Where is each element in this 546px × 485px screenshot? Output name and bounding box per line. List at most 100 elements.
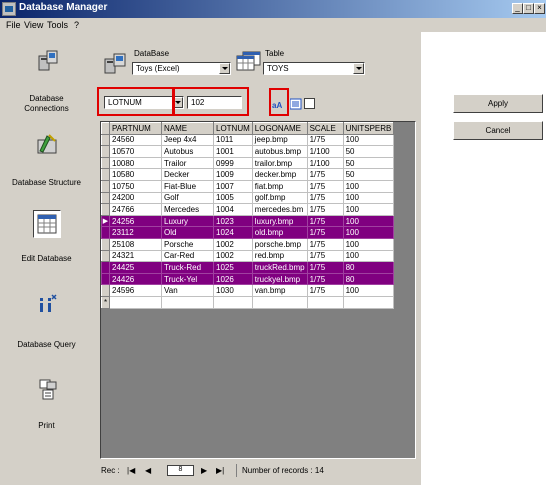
- cell-partnum[interactable]: 24766: [109, 203, 162, 216]
- cell-scale[interactable]: 1/75: [307, 215, 344, 228]
- row-header[interactable]: [101, 237, 110, 251]
- cell-lotnum[interactable]: 1005: [213, 192, 253, 205]
- cell-name[interactable]: Golf: [161, 192, 214, 205]
- new-row[interactable]: *: [101, 295, 395, 309]
- nav-edit-database[interactable]: Edit Database: [0, 254, 93, 264]
- cell-logoname[interactable]: truckyel.bmp: [252, 273, 308, 286]
- cell-partnum[interactable]: 23112: [109, 226, 162, 239]
- cell-unitsperb[interactable]: 100: [343, 284, 395, 297]
- cell-unitsperb[interactable]: 50: [343, 145, 395, 158]
- cell-logoname[interactable]: porsche.bmp: [252, 238, 308, 251]
- cell-lotnum[interactable]: 1024: [213, 226, 253, 239]
- new-row-cell[interactable]: [307, 296, 344, 309]
- column-header-name[interactable]: NAME: [161, 122, 214, 135]
- cell-name[interactable]: Truck-Yel: [161, 273, 214, 286]
- cell-logoname[interactable]: trailor.bmp: [252, 157, 308, 170]
- minimize-button[interactable]: _: [512, 3, 523, 14]
- cell-unitsperb[interactable]: 100: [343, 134, 395, 147]
- cell-unitsperb[interactable]: 100: [343, 250, 395, 263]
- cell-scale[interactable]: 1/75: [307, 238, 344, 251]
- cell-logoname[interactable]: luxury.bmp: [252, 215, 308, 228]
- cell-logoname[interactable]: mercedes.bm: [252, 203, 308, 216]
- cancel-button[interactable]: Cancel: [453, 121, 543, 140]
- cell-partnum[interactable]: 25108: [109, 238, 162, 251]
- column-header-partnum[interactable]: PARTNUM: [109, 122, 162, 135]
- cell-name[interactable]: Mercedes: [161, 203, 214, 216]
- table-row[interactable]: 24425 Truck-Red 1025 truckRed.bmp 1/75 80: [101, 261, 395, 274]
- cell-lotnum[interactable]: 1007: [213, 180, 253, 193]
- menu-file[interactable]: File: [6, 20, 21, 30]
- cell-logoname[interactable]: decker.bmp: [252, 168, 308, 181]
- database-query-icon[interactable]: [38, 294, 58, 314]
- menu-view[interactable]: View: [24, 20, 43, 30]
- cell-partnum[interactable]: 10570: [109, 145, 162, 158]
- new-row-cell[interactable]: [252, 296, 308, 309]
- cell-name[interactable]: Fiat-Blue: [161, 180, 214, 193]
- cell-unitsperb[interactable]: 100: [343, 180, 395, 193]
- cell-name[interactable]: Trailor: [161, 157, 214, 170]
- cell-name[interactable]: Old: [161, 226, 214, 239]
- cell-logoname[interactable]: van.bmp: [252, 284, 308, 297]
- row-header[interactable]: [101, 261, 110, 274]
- cell-logoname[interactable]: old.bmp: [252, 226, 308, 239]
- last-record-button[interactable]: ▶|: [216, 466, 224, 475]
- cell-partnum[interactable]: 10750: [109, 180, 162, 193]
- cell-partnum[interactable]: 24256: [109, 215, 162, 228]
- cell-lotnum[interactable]: 1026: [213, 273, 253, 286]
- cell-partnum[interactable]: 24321: [109, 250, 162, 263]
- cell-scale[interactable]: 1/75: [307, 180, 344, 193]
- column-header-scale[interactable]: SCALE: [306, 122, 344, 135]
- cell-partnum[interactable]: 10580: [109, 168, 162, 181]
- cell-logoname[interactable]: jeep.bmp: [252, 134, 308, 147]
- table-row[interactable]: 24560 Jeep 4x4 1011 jeep.bmp 1/75 100: [101, 133, 395, 147]
- cell-partnum[interactable]: 24426: [109, 273, 162, 286]
- table-row[interactable]: 23112 Old 1024 old.bmp 1/75 100: [101, 226, 395, 239]
- data-grid[interactable]: PARTNUM NAME LOTNUM LOGONAME SCALE UNITS…: [100, 121, 416, 459]
- cell-scale[interactable]: 1/100: [307, 157, 344, 170]
- cell-partnum[interactable]: 10080: [109, 157, 162, 170]
- table-row[interactable]: 10570 Autobus 1001 autobus.bmp 1/100 50: [101, 145, 395, 158]
- table-row[interactable]: 24200 Golf 1005 golf.bmp 1/75 100: [101, 191, 395, 205]
- table-row[interactable]: 10580 Decker 1009 decker.bmp 1/75 50: [101, 168, 395, 181]
- cell-name[interactable]: Car-Red: [161, 250, 214, 263]
- current-row-indicator[interactable]: ▶: [101, 214, 110, 228]
- cell-lotnum[interactable]: 1002: [213, 238, 253, 251]
- nav-database-query[interactable]: Database Query: [0, 340, 93, 350]
- cell-logoname[interactable]: truckRed.bmp: [252, 261, 308, 274]
- first-record-button[interactable]: |◀: [127, 466, 135, 475]
- cell-name[interactable]: Luxury: [161, 215, 214, 228]
- cell-scale[interactable]: 1/75: [307, 250, 344, 263]
- row-header[interactable]: [101, 179, 110, 193]
- cell-lotnum[interactable]: 1011: [213, 134, 253, 147]
- cell-partnum[interactable]: 24596: [109, 284, 162, 297]
- cell-scale[interactable]: 1/75: [307, 273, 344, 286]
- column-header-lotnum[interactable]: LOTNUM: [213, 122, 253, 135]
- cell-unitsperb[interactable]: 100: [343, 215, 395, 228]
- cell-partnum[interactable]: 24560: [109, 134, 162, 147]
- table-row[interactable]: ▶ 24256 Luxury 1023 luxury.bmp 1/75 100: [101, 214, 395, 228]
- cell-lotnum[interactable]: 1023: [213, 215, 253, 228]
- table-row[interactable]: 25108 Porsche 1002 porsche.bmp 1/75 100: [101, 237, 395, 251]
- apply-button[interactable]: Apply: [453, 94, 543, 113]
- cell-name[interactable]: Autobus: [161, 145, 214, 158]
- cell-name[interactable]: Decker: [161, 168, 214, 181]
- cell-name[interactable]: Porsche: [161, 238, 214, 251]
- cell-lotnum[interactable]: 1001: [213, 145, 253, 158]
- close-button[interactable]: ×: [534, 3, 545, 14]
- cell-partnum[interactable]: 24425: [109, 261, 162, 274]
- chevron-down-icon[interactable]: [219, 63, 230, 74]
- row-header[interactable]: [101, 203, 110, 216]
- row-header[interactable]: [101, 133, 110, 147]
- cell-name[interactable]: Jeep 4x4: [161, 134, 214, 147]
- cell-scale[interactable]: 1/75: [307, 192, 344, 205]
- current-record-input[interactable]: 8: [167, 465, 194, 476]
- print-icon[interactable]: [38, 379, 58, 401]
- cell-unitsperb[interactable]: 100: [343, 192, 395, 205]
- cell-scale[interactable]: 1/75: [307, 226, 344, 239]
- new-row-marker[interactable]: *: [101, 295, 110, 309]
- cell-name[interactable]: Van: [161, 284, 214, 297]
- cell-unitsperb[interactable]: 100: [343, 238, 395, 251]
- cell-lotnum[interactable]: 1004: [213, 203, 253, 216]
- grid-corner[interactable]: [101, 122, 110, 135]
- column-header-unitsperb[interactable]: UNITSPERB: [342, 122, 395, 135]
